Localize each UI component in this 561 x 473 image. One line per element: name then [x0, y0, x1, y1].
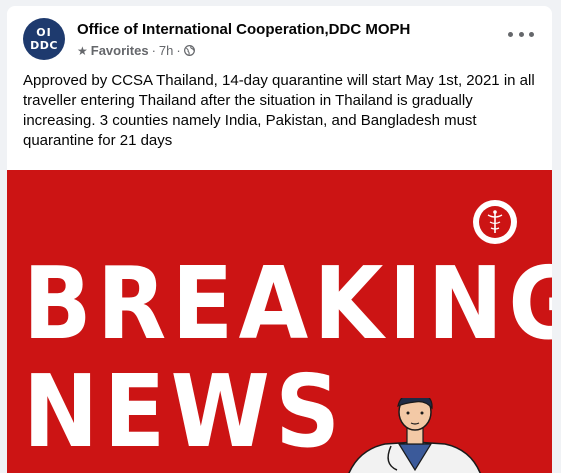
star-icon: ★	[77, 43, 88, 58]
avatar-line1: OI	[36, 26, 52, 39]
page-name-link[interactable]: Office of International Cooperation,DDC …	[77, 21, 410, 38]
doctor-illustration	[348, 398, 481, 473]
headline-line1: BREAKING	[23, 245, 552, 362]
avatar[interactable]: OI DDC	[23, 18, 65, 60]
favorites-label[interactable]: Favorites	[91, 43, 149, 58]
more-icon-dot	[529, 31, 534, 37]
more-options-button[interactable]	[508, 28, 534, 40]
post-image[interactable]: BREAKING NEWS	[7, 170, 552, 473]
post-time[interactable]: 7h	[159, 43, 173, 58]
ministry-logo	[473, 200, 517, 244]
avatar-line2: DDC	[30, 39, 58, 52]
globe-icon	[183, 45, 195, 56]
meta-separator-2: ·	[176, 43, 181, 58]
post-meta: ★ Favorites · 7h ·	[77, 43, 195, 58]
post-card: OI DDC Office of International Cooperati…	[7, 6, 552, 473]
post-text: Approved by CCSA Thailand, 14-day quaran…	[23, 72, 535, 149]
more-icon-dot	[508, 31, 513, 37]
meta-separator: ·	[151, 43, 156, 58]
caduceus-icon	[487, 210, 503, 233]
more-icon-dot	[518, 31, 524, 37]
